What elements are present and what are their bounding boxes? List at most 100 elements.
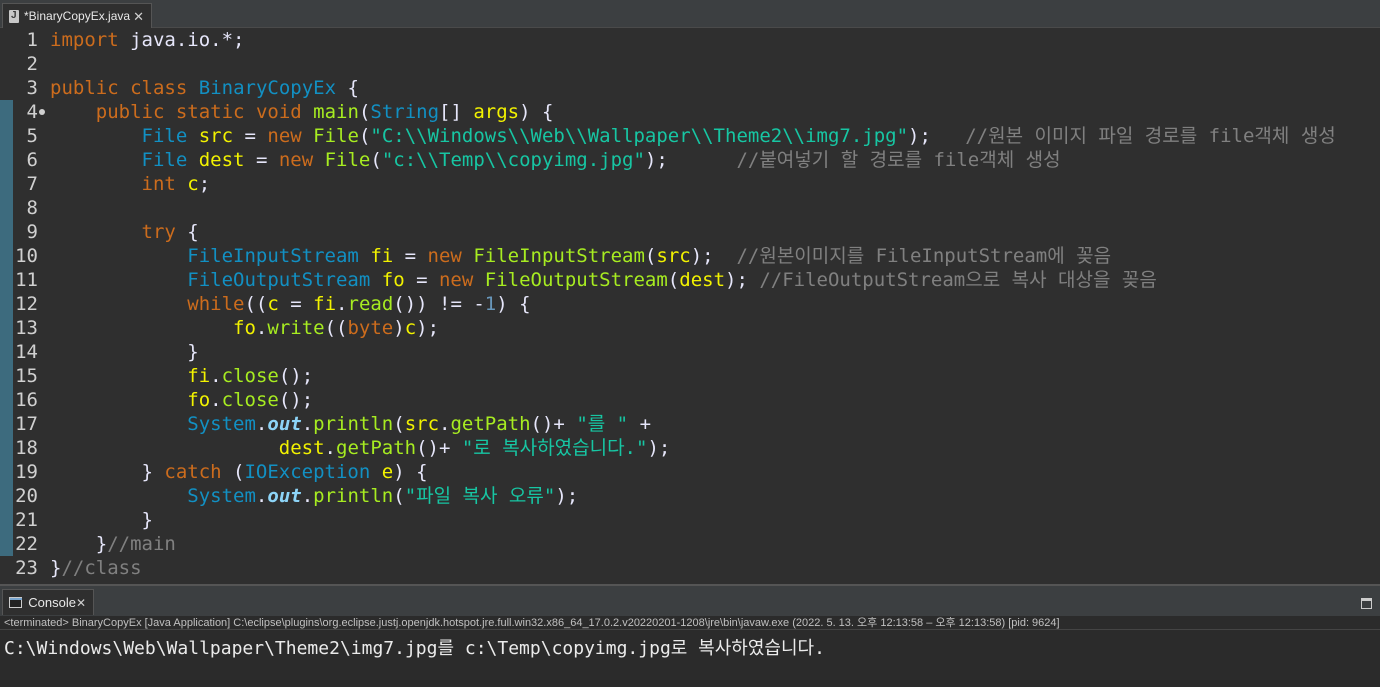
code-token: //class — [61, 557, 142, 579]
line-number: 6 — [26, 149, 38, 171]
code-line[interactable]: 20 System.out.println("파일 복사 오류"); — [0, 484, 1380, 508]
code-line[interactable]: 14 } — [0, 340, 1380, 364]
code-line[interactable]: 23}//class — [0, 556, 1380, 580]
line-number: 5 — [26, 125, 38, 147]
code-token: [] — [439, 101, 474, 123]
code-line[interactable]: 15 fi.close(); — [0, 364, 1380, 388]
code-line[interactable]: 1 import java.io.*; — [0, 28, 1380, 52]
code-token: ( — [358, 101, 371, 123]
code-line[interactable]: 18 dest.getPath()+ "로 복사하였습니다."); — [0, 436, 1380, 460]
editor-tab-binarycopyex[interactable]: *BinaryCopyEx.java ✕ — [2, 3, 152, 28]
code-line[interactable]: 19 } catch (IOException e) { — [0, 460, 1380, 484]
code-token: } — [50, 557, 62, 579]
code-text: public class BinaryCopyEx { — [50, 76, 359, 100]
code-token: System — [187, 485, 256, 507]
code-token: c — [404, 317, 417, 339]
code-token: main — [313, 101, 359, 123]
line-number: 12 — [15, 293, 38, 315]
code-text: import java.io.*; — [50, 28, 244, 52]
code-text: while((c = fi.read()) != -1) { — [50, 292, 530, 316]
code-token: ) { — [393, 461, 428, 483]
code-text: } catch (IOException e) { — [50, 460, 428, 484]
code-line[interactable]: 17 System.out.println(src.getPath()+ "를 … — [0, 412, 1380, 436]
code-token: ( — [667, 269, 680, 291]
code-token: ()) != - — [393, 293, 485, 315]
console-output[interactable]: C:\Windows\Web\Wallpaper\Theme2\img7.jpg… — [0, 630, 1380, 687]
code-line[interactable]: 7 int c; — [0, 172, 1380, 196]
code-token: //원본이미지를 FileInputStream에 꽂음 — [736, 245, 1112, 267]
code-line[interactable]: 22 }//main — [0, 532, 1380, 556]
code-token: //붙여넣기 할 경로를 file객체 생성 — [736, 149, 1061, 171]
code-text: fi.close(); — [50, 364, 313, 388]
close-icon[interactable]: ✕ — [76, 597, 86, 609]
code-line[interactable]: 12 while((c = fi.read()) != -1) { — [0, 292, 1380, 316]
code-token: BinaryCopyEx — [198, 77, 337, 99]
code-editor[interactable]: 1 import java.io.*; 2 3 public class BinaryC… — [0, 28, 1380, 584]
code-line[interactable]: 6 File dest = new File("c:\\Temp\\copyim… — [0, 148, 1380, 172]
code-token: = — [244, 149, 279, 171]
code-token: fo — [233, 317, 256, 339]
maximize-icon[interactable] — [1361, 598, 1372, 609]
code-token: import — [50, 29, 119, 51]
code-token: { — [175, 221, 199, 243]
code-token: FileInputStream — [473, 245, 645, 267]
code-token: "를 " — [576, 413, 629, 435]
code-text: dest.getPath()+ "로 복사하였습니다."); — [50, 436, 671, 460]
code-text: }//class — [50, 556, 142, 580]
code-line[interactable]: 16 fo.close(); — [0, 388, 1380, 412]
code-line[interactable]: 9 try { — [0, 220, 1380, 244]
code-text: }//main — [50, 532, 176, 556]
code-token: "c:\\Temp\\copyimg.jpg" — [381, 149, 645, 171]
line-number: 21 — [15, 509, 38, 531]
code-line[interactable]: 10 FileInputStream fi = new FileInputStr… — [0, 244, 1380, 268]
console-output-line: C:\Windows\Web\Wallpaper\Theme2\img7.jpg… — [4, 638, 825, 659]
code-text: fo.write((byte)c); — [50, 316, 439, 340]
code-token: ( — [393, 413, 405, 435]
code-token: . — [210, 389, 222, 411]
close-icon[interactable]: ✕ — [133, 10, 144, 23]
code-token: ); — [647, 437, 671, 459]
code-line[interactable]: 3 public class BinaryCopyEx { — [0, 76, 1380, 100]
code-token: = — [233, 125, 268, 147]
editor-tab-label: *BinaryCopyEx.java — [24, 9, 131, 23]
code-token: fi — [370, 245, 394, 267]
code-line[interactable]: 2 — [0, 52, 1380, 76]
fold-marker-icon[interactable] — [39, 109, 45, 115]
console-icon — [9, 597, 23, 608]
code-token: ( — [393, 485, 405, 507]
code-token: fi — [313, 293, 337, 315]
code-token: ( — [644, 245, 657, 267]
line-number: 11 — [15, 269, 38, 291]
code-text: fo.close(); — [50, 388, 313, 412]
code-token: . — [439, 413, 451, 435]
code-line[interactable]: 4 public static void main(String[] args)… — [0, 100, 1380, 124]
code-text: System.out.println("파일 복사 오류"); — [50, 484, 578, 508]
console-tab[interactable]: Console ✕ — [2, 589, 94, 615]
code-token: while — [187, 293, 245, 315]
console-view-header: Console ✕ — [0, 584, 1380, 616]
code-token: dest — [278, 437, 325, 459]
code-line[interactable]: 21 } — [0, 508, 1380, 532]
code-token: . — [301, 485, 314, 507]
code-token: FileInputStream — [187, 245, 359, 267]
code-line[interactable]: 8 — [0, 196, 1380, 220]
code-line[interactable]: 13 fo.write((byte)c); — [0, 316, 1380, 340]
code-token: int — [141, 173, 176, 195]
code-line[interactable]: 5 File src = new File("C:\\Windows\\Web\… — [0, 124, 1380, 148]
java-file-icon — [9, 9, 19, 23]
code-token: } — [50, 533, 108, 555]
code-token: c — [187, 173, 199, 195]
code-token: src — [656, 245, 691, 267]
code-token: e — [381, 461, 394, 483]
code-token: ); — [644, 149, 737, 171]
code-line[interactable]: 11 FileOutputStream fo = new FileOutputS… — [0, 268, 1380, 292]
